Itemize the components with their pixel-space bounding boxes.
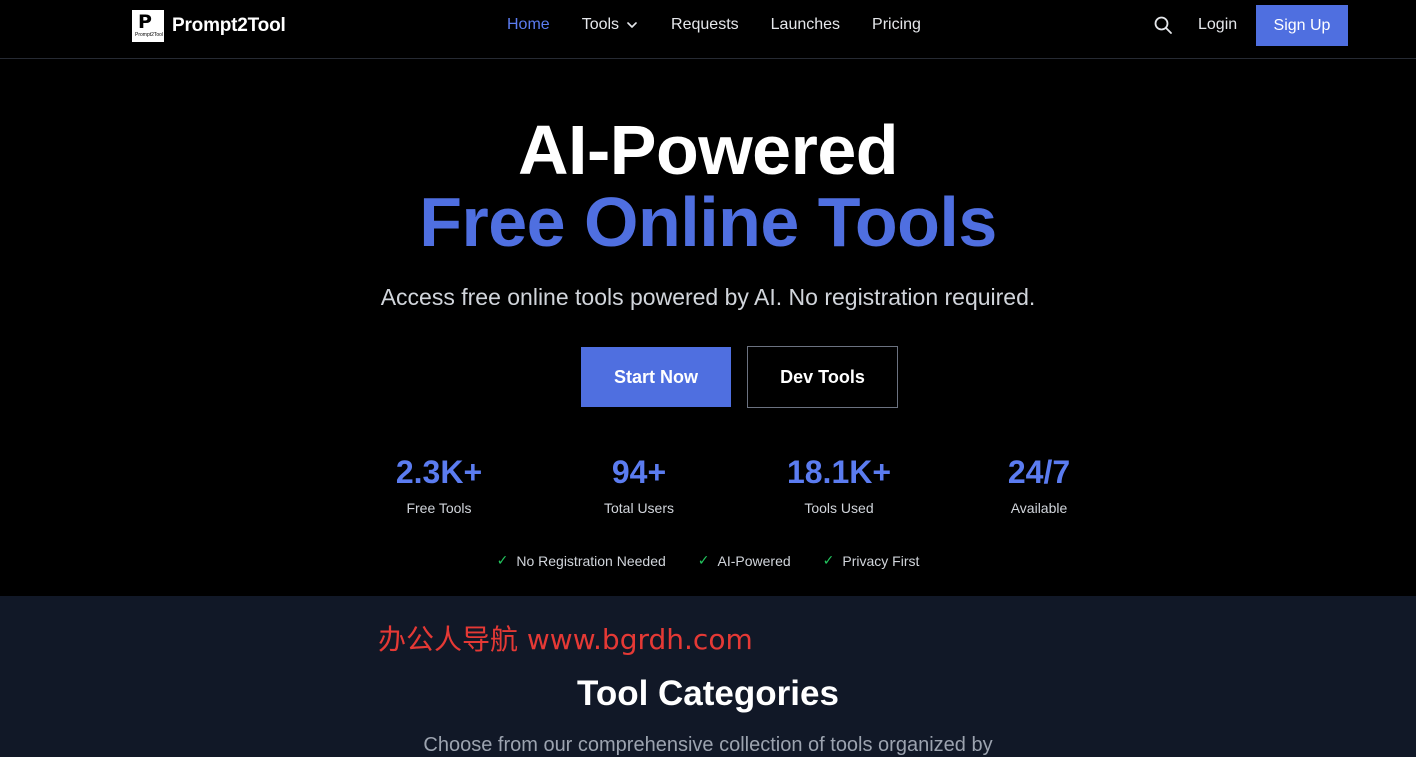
stat-value: 24/7 bbox=[1007, 454, 1071, 490]
feature-label: No Registration Needed bbox=[516, 552, 666, 569]
nav-launches-label: Launches bbox=[770, 16, 841, 33]
main-nav: Home Tools Requests Launches Pricing bbox=[507, 0, 953, 50]
hero-title: AI-Powered bbox=[517, 111, 899, 189]
hero-title-accent: Free Online Tools bbox=[419, 183, 997, 261]
stat-value: 2.3K+ bbox=[395, 454, 483, 490]
search-icon[interactable] bbox=[1153, 15, 1173, 35]
stat-value: 18.1K+ bbox=[786, 454, 892, 490]
check-icon: ✓ bbox=[496, 552, 509, 568]
nav-tools-dropdown[interactable]: Tools bbox=[582, 16, 639, 34]
stat-tools-used: 18.1K+ Tools Used bbox=[739, 452, 939, 516]
page: P Prompt2Tool Prompt2Tool Home Tools Req… bbox=[0, 0, 1416, 757]
brand-logo-icon: P Prompt2Tool bbox=[132, 10, 164, 42]
stat-label: Tools Used bbox=[804, 500, 874, 516]
login-link[interactable]: Login bbox=[1198, 16, 1237, 34]
hero-subtitle: Access free online tools powered by AI. … bbox=[380, 284, 1036, 310]
stat-label: Free Tools bbox=[406, 500, 472, 516]
feature-ai-powered: ✓ AI-Powered bbox=[698, 552, 791, 569]
stat-label: Total Users bbox=[603, 500, 675, 516]
feature-privacy-first: ✓ Privacy First bbox=[823, 552, 920, 569]
dev-tools-button[interactable]: Dev Tools bbox=[747, 346, 898, 408]
signup-button[interactable]: Sign Up bbox=[1256, 5, 1348, 46]
chevron-down-icon bbox=[627, 22, 637, 28]
tool-categories-section: 办公人导航 www.bgrdh.com Tool Categories Choo… bbox=[0, 596, 1416, 757]
nav-pricing[interactable]: Pricing bbox=[872, 16, 921, 34]
nav-home-label: Home bbox=[507, 16, 550, 33]
feature-label: AI-Powered bbox=[717, 552, 791, 569]
nav-requests-label: Requests bbox=[671, 16, 739, 33]
top-navbar: P Prompt2Tool Prompt2Tool Home Tools Req… bbox=[0, 0, 1416, 59]
feature-list: ✓ No Registration Needed ✓ AI-Powered ✓ … bbox=[0, 552, 1416, 569]
stat-free-tools: 2.3K+ Free Tools bbox=[339, 452, 539, 516]
nav-requests[interactable]: Requests bbox=[671, 16, 739, 34]
stat-label: Available bbox=[1010, 500, 1068, 516]
nav-home[interactable]: Home bbox=[507, 16, 550, 34]
brand-home-link[interactable]: P Prompt2Tool Prompt2Tool bbox=[132, 10, 286, 42]
nav-pricing-label: Pricing bbox=[872, 16, 921, 33]
start-now-button[interactable]: Start Now bbox=[581, 347, 731, 407]
check-icon: ✓ bbox=[822, 552, 835, 568]
logo-small-text: Prompt2Tool bbox=[135, 32, 164, 38]
stat-total-users: 94+ Total Users bbox=[539, 452, 739, 516]
nav-launches[interactable]: Launches bbox=[771, 16, 840, 34]
categories-title: Tool Categories bbox=[577, 674, 839, 713]
categories-subtitle: Choose from our comprehensive collection… bbox=[423, 734, 993, 756]
nav-tools-label: Tools bbox=[581, 16, 620, 33]
watermark-text: 办公人导航 www.bgrdh.com bbox=[378, 623, 753, 656]
brand-name: Prompt2Tool bbox=[172, 15, 286, 36]
stat-value: 94+ bbox=[611, 454, 667, 490]
feature-label: Privacy First bbox=[842, 552, 920, 569]
stat-available: 24/7 Available bbox=[939, 452, 1139, 516]
check-icon: ✓ bbox=[697, 552, 710, 568]
logo-letter: P bbox=[138, 11, 152, 33]
feature-no-registration: ✓ No Registration Needed bbox=[497, 552, 666, 569]
hero-section: AI-Powered Free Online Tools Access free… bbox=[0, 60, 1416, 596]
